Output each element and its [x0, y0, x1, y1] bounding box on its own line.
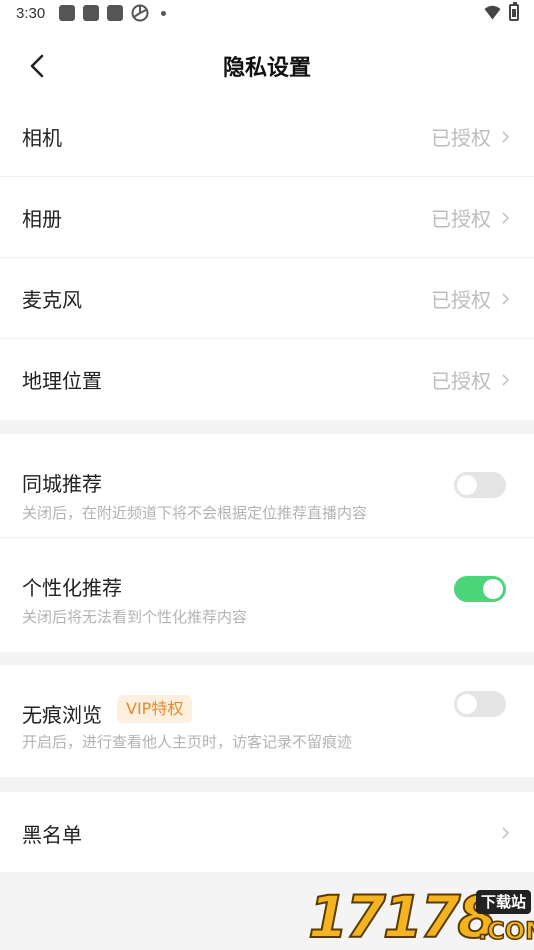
chevron-right-icon	[502, 131, 510, 143]
recommendation-group: 同城推荐 关闭后，在附近频道下将不会根据定位推荐直播内容 个性化推荐 关闭后将无…	[0, 434, 534, 652]
permission-row-microphone[interactable]: 麦克风 已授权	[0, 258, 534, 339]
permission-row-location[interactable]: 地理位置 已授权	[0, 339, 534, 420]
permission-status: 已授权	[431, 126, 491, 150]
chevron-right-icon	[502, 827, 510, 839]
permission-row-camera[interactable]: 相机 已授权	[0, 96, 534, 177]
permission-status: 已授权	[431, 207, 491, 231]
chevron-right-icon	[502, 212, 510, 224]
permission-label: 地理位置	[22, 369, 102, 393]
blacklist-group: 黑名单	[0, 792, 534, 872]
personal-recommend-label: 个性化推荐	[22, 576, 122, 600]
blacklist-row[interactable]: 黑名单	[0, 792, 534, 872]
permissions-group: 相机 已授权 相册 已授权 麦克风 已授权 地理位置 已授权	[0, 96, 534, 420]
local-recommend-row: 同城推荐 关闭后，在附近频道下将不会根据定位推荐直播内容	[0, 434, 534, 538]
status-time: 3:30	[16, 5, 46, 22]
personal-recommend-row: 个性化推荐 关闭后将无法看到个性化推荐内容	[0, 538, 534, 652]
incognito-toggle[interactable]	[454, 691, 506, 717]
watermark-tag: 下载站	[476, 890, 532, 914]
notification-icon	[59, 5, 75, 21]
app-notification-icon	[131, 4, 149, 22]
incognito-row: 无痕浏览 VIP特权 开启后，进行查看他人主页时，访客记录不留痕迹	[0, 665, 534, 777]
toggle-knob	[483, 579, 503, 599]
personal-recommend-desc: 关闭后将无法看到个性化推荐内容	[22, 608, 248, 626]
toggle-knob	[457, 694, 477, 714]
page-title: 隐私设置	[222, 56, 311, 81]
permission-label: 相机	[22, 126, 62, 150]
chevron-right-icon	[502, 293, 510, 305]
personal-recommend-toggle[interactable]	[454, 576, 506, 602]
local-recommend-label: 同城推荐	[22, 472, 102, 496]
permission-label: 相册	[22, 207, 62, 231]
local-recommend-toggle[interactable]	[454, 472, 506, 498]
page-header: 隐私设置	[0, 28, 534, 104]
status-bar: 3:30	[0, 0, 534, 28]
incognito-group: 无痕浏览 VIP特权 开启后，进行查看他人主页时，访客记录不留痕迹	[0, 665, 534, 777]
blacklist-label: 黑名单	[22, 823, 82, 847]
notification-icon	[107, 5, 123, 21]
permission-status: 已授权	[431, 369, 491, 393]
permission-status: 已授权	[431, 288, 491, 312]
incognito-label: 无痕浏览	[22, 703, 102, 727]
notification-icon	[83, 5, 99, 21]
wifi-icon	[484, 5, 501, 20]
site-watermark: 17178 下载站 .COM	[307, 883, 534, 950]
permission-row-album[interactable]: 相册 已授权	[0, 177, 534, 258]
toggle-knob	[457, 475, 477, 495]
local-recommend-desc: 关闭后，在附近频道下将不会根据定位推荐直播内容	[22, 504, 368, 522]
privacy-settings-screen: 3:30 隐私设置 相机 已授权 相册 已授权 麦克风 已授权 地理位置 已授权…	[0, 0, 534, 950]
battery-icon	[509, 2, 519, 21]
permission-label: 麦克风	[22, 288, 82, 312]
incognito-desc: 开启后，进行查看他人主页时，访客记录不留痕迹	[22, 733, 353, 751]
chevron-right-icon	[502, 374, 510, 386]
more-notifications-dot	[161, 11, 166, 16]
watermark-digits: 17178	[307, 883, 499, 950]
vip-badge: VIP特权	[117, 695, 193, 723]
watermark-suffix: .COM	[477, 916, 534, 946]
